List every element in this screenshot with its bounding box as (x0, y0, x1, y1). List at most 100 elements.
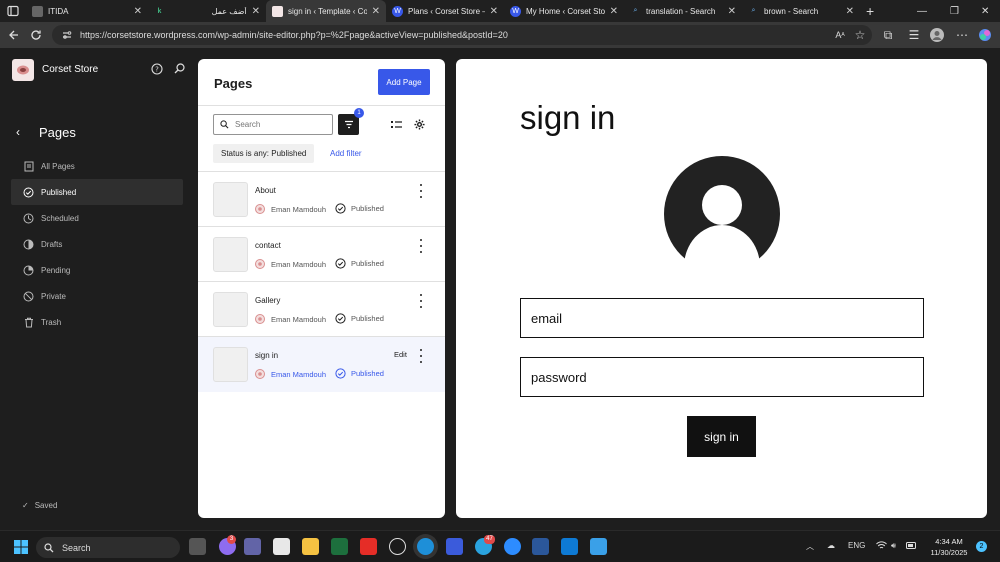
site-info-icon[interactable] (62, 30, 72, 40)
system-clock[interactable]: 4:34 AM 11/30/2025 (926, 536, 972, 558)
page-title-link[interactable]: Gallery (255, 296, 280, 305)
close-tab-icon[interactable]: ✕ (728, 6, 736, 17)
volume-icon[interactable]: 🔊︎ (891, 541, 896, 551)
password-field[interactable]: password (520, 357, 924, 397)
language-indicator[interactable]: ENG (848, 541, 865, 550)
store-icon[interactable] (273, 538, 290, 555)
page-title-link[interactable]: contact (255, 241, 281, 250)
refresh-icon[interactable] (28, 27, 44, 43)
file-explorer-icon[interactable] (302, 538, 319, 555)
tab-translation-search[interactable]: ⌕ translation - Search ✕ (624, 0, 742, 22)
status-filter-chip[interactable]: Status is any: Published (213, 144, 315, 163)
tab-plans[interactable]: W Plans ‹ Corset Store — ✕ (386, 0, 504, 22)
add-page-button[interactable]: Add Page (378, 69, 430, 95)
settings-more-icon[interactable]: ⋯ (954, 27, 970, 43)
page-title-link[interactable]: About (255, 186, 276, 195)
search-icon[interactable] (174, 63, 185, 74)
back-chevron-icon[interactable]: ‹ (16, 125, 20, 139)
start-windows-icon[interactable] (14, 540, 28, 554)
close-tab-icon[interactable]: ✕ (490, 6, 498, 17)
page-thumbnail[interactable] (213, 347, 248, 382)
close-tab-icon[interactable]: ✕ (610, 6, 618, 17)
taskbar-search[interactable]: Search (36, 537, 180, 558)
close-tab-icon[interactable]: ✕ (372, 6, 380, 17)
save-status: ✓ Saved (22, 501, 58, 510)
page-thumbnail[interactable] (213, 182, 248, 217)
close-tab-icon[interactable]: ✕ (846, 6, 854, 17)
zoom-icon[interactable] (504, 538, 521, 555)
wifi-icon[interactable] (876, 541, 887, 550)
profile-avatar[interactable] (929, 27, 945, 43)
list-view-icon[interactable] (389, 117, 403, 131)
chatgpt-icon[interactable] (389, 538, 406, 555)
sidebar-item-pending[interactable]: Pending (11, 257, 183, 283)
page-title-link[interactable]: sign in (255, 351, 278, 360)
task-view-icon[interactable] (189, 538, 206, 555)
tab-actions-icon[interactable] (5, 3, 21, 19)
site-logo[interactable] (12, 59, 34, 81)
more-actions-icon[interactable] (418, 294, 424, 308)
preview-heading: sign in (520, 99, 616, 136)
vscode-icon[interactable] (561, 538, 578, 555)
photos-icon[interactable] (590, 538, 607, 555)
new-tab-button[interactable]: + (866, 0, 874, 22)
solitaire-icon[interactable] (331, 538, 348, 555)
read-aloud-icon[interactable]: AA (832, 27, 848, 43)
show-hidden-icons-chevron-icon[interactable]: ︿ (806, 541, 814, 552)
more-actions-icon[interactable] (418, 184, 424, 198)
tab-sign-in-template[interactable]: sign in ‹ Template ‹ Cor ✕ (266, 0, 386, 22)
help-icon[interactable]: ? (151, 63, 163, 75)
email-field[interactable]: email (520, 298, 924, 338)
table-row[interactable]: Gallery Eman Mamdouh Published (198, 282, 445, 337)
back-icon[interactable] (6, 27, 22, 43)
address-bar[interactable]: https://corsetstore.wordpress.com/wp-adm… (52, 25, 872, 45)
page-author: Eman Mamdouh (255, 314, 326, 324)
sign-in-button[interactable]: sign in (687, 416, 756, 457)
copilot-icon[interactable] (977, 27, 993, 43)
teams-icon[interactable] (244, 538, 261, 555)
tab-brown-search[interactable]: ⌕ brown - Search ✕ (742, 0, 860, 22)
onedrive-icon[interactable]: ☁ (827, 541, 835, 550)
tab-itida[interactable]: ITIDA ✕ (26, 0, 148, 22)
view-options-gear-icon[interactable] (412, 117, 426, 131)
close-tab-icon[interactable]: ✕ (252, 6, 260, 17)
tab-add-work[interactable]: k أضف عمل ✕ (148, 0, 266, 22)
trash-icon (23, 317, 34, 328)
tab-my-home[interactable]: W My Home ‹ Corset Stor ✕ (504, 0, 624, 22)
page-thumbnail[interactable] (213, 237, 248, 272)
extensions-icon[interactable]: ⧉ (880, 27, 896, 43)
word-icon[interactable] (532, 538, 549, 555)
sidebar-item-trash[interactable]: Trash (11, 309, 183, 335)
search-input[interactable]: Search (213, 114, 333, 135)
telegram-badge: 47 (484, 535, 495, 544)
table-row[interactable]: About Eman Mamdouh Published (198, 172, 445, 227)
more-actions-icon[interactable] (418, 349, 424, 363)
sidebar-item-private[interactable]: Private (11, 283, 183, 309)
close-tab-icon[interactable]: ✕ (134, 6, 142, 17)
svg-text:?: ? (155, 66, 159, 74)
minimize-button[interactable]: — (917, 0, 927, 22)
sidebar-item-published[interactable]: Published (11, 179, 183, 205)
search-icon: ⌕ (633, 7, 638, 14)
add-filter-link[interactable]: Add filter (330, 149, 362, 158)
sidebar-item-drafts[interactable]: Drafts (11, 231, 183, 257)
sidebar-title: Pages (39, 125, 76, 140)
battery-icon[interactable] (906, 541, 917, 550)
sidebar-item-scheduled[interactable]: Scheduled (11, 205, 183, 231)
table-row-selected[interactable]: sign in Eman Mamdouh Published Edit (198, 337, 445, 392)
more-actions-icon[interactable] (418, 239, 424, 253)
site-name[interactable]: Corset Store (42, 64, 98, 75)
edit-button[interactable]: Edit (394, 350, 407, 359)
sidebar-item-all-pages[interactable]: All Pages (11, 153, 183, 179)
notification-badge[interactable]: 2 (976, 541, 987, 552)
table-row[interactable]: contact Eman Mamdouh Published (198, 227, 445, 282)
edge-icon[interactable] (417, 538, 434, 555)
close-window-button[interactable]: ✕ (981, 0, 989, 22)
favorite-star-icon[interactable]: ☆ (852, 27, 868, 43)
youtube-icon[interactable] (360, 538, 377, 555)
page-thumbnail[interactable] (213, 292, 248, 327)
favorites-icon[interactable]: ☰ (906, 27, 922, 43)
page-preview-canvas[interactable]: sign in email password sign in (456, 59, 987, 518)
restore-button[interactable]: ❐ (950, 0, 959, 22)
claude-icon[interactable] (446, 538, 463, 555)
